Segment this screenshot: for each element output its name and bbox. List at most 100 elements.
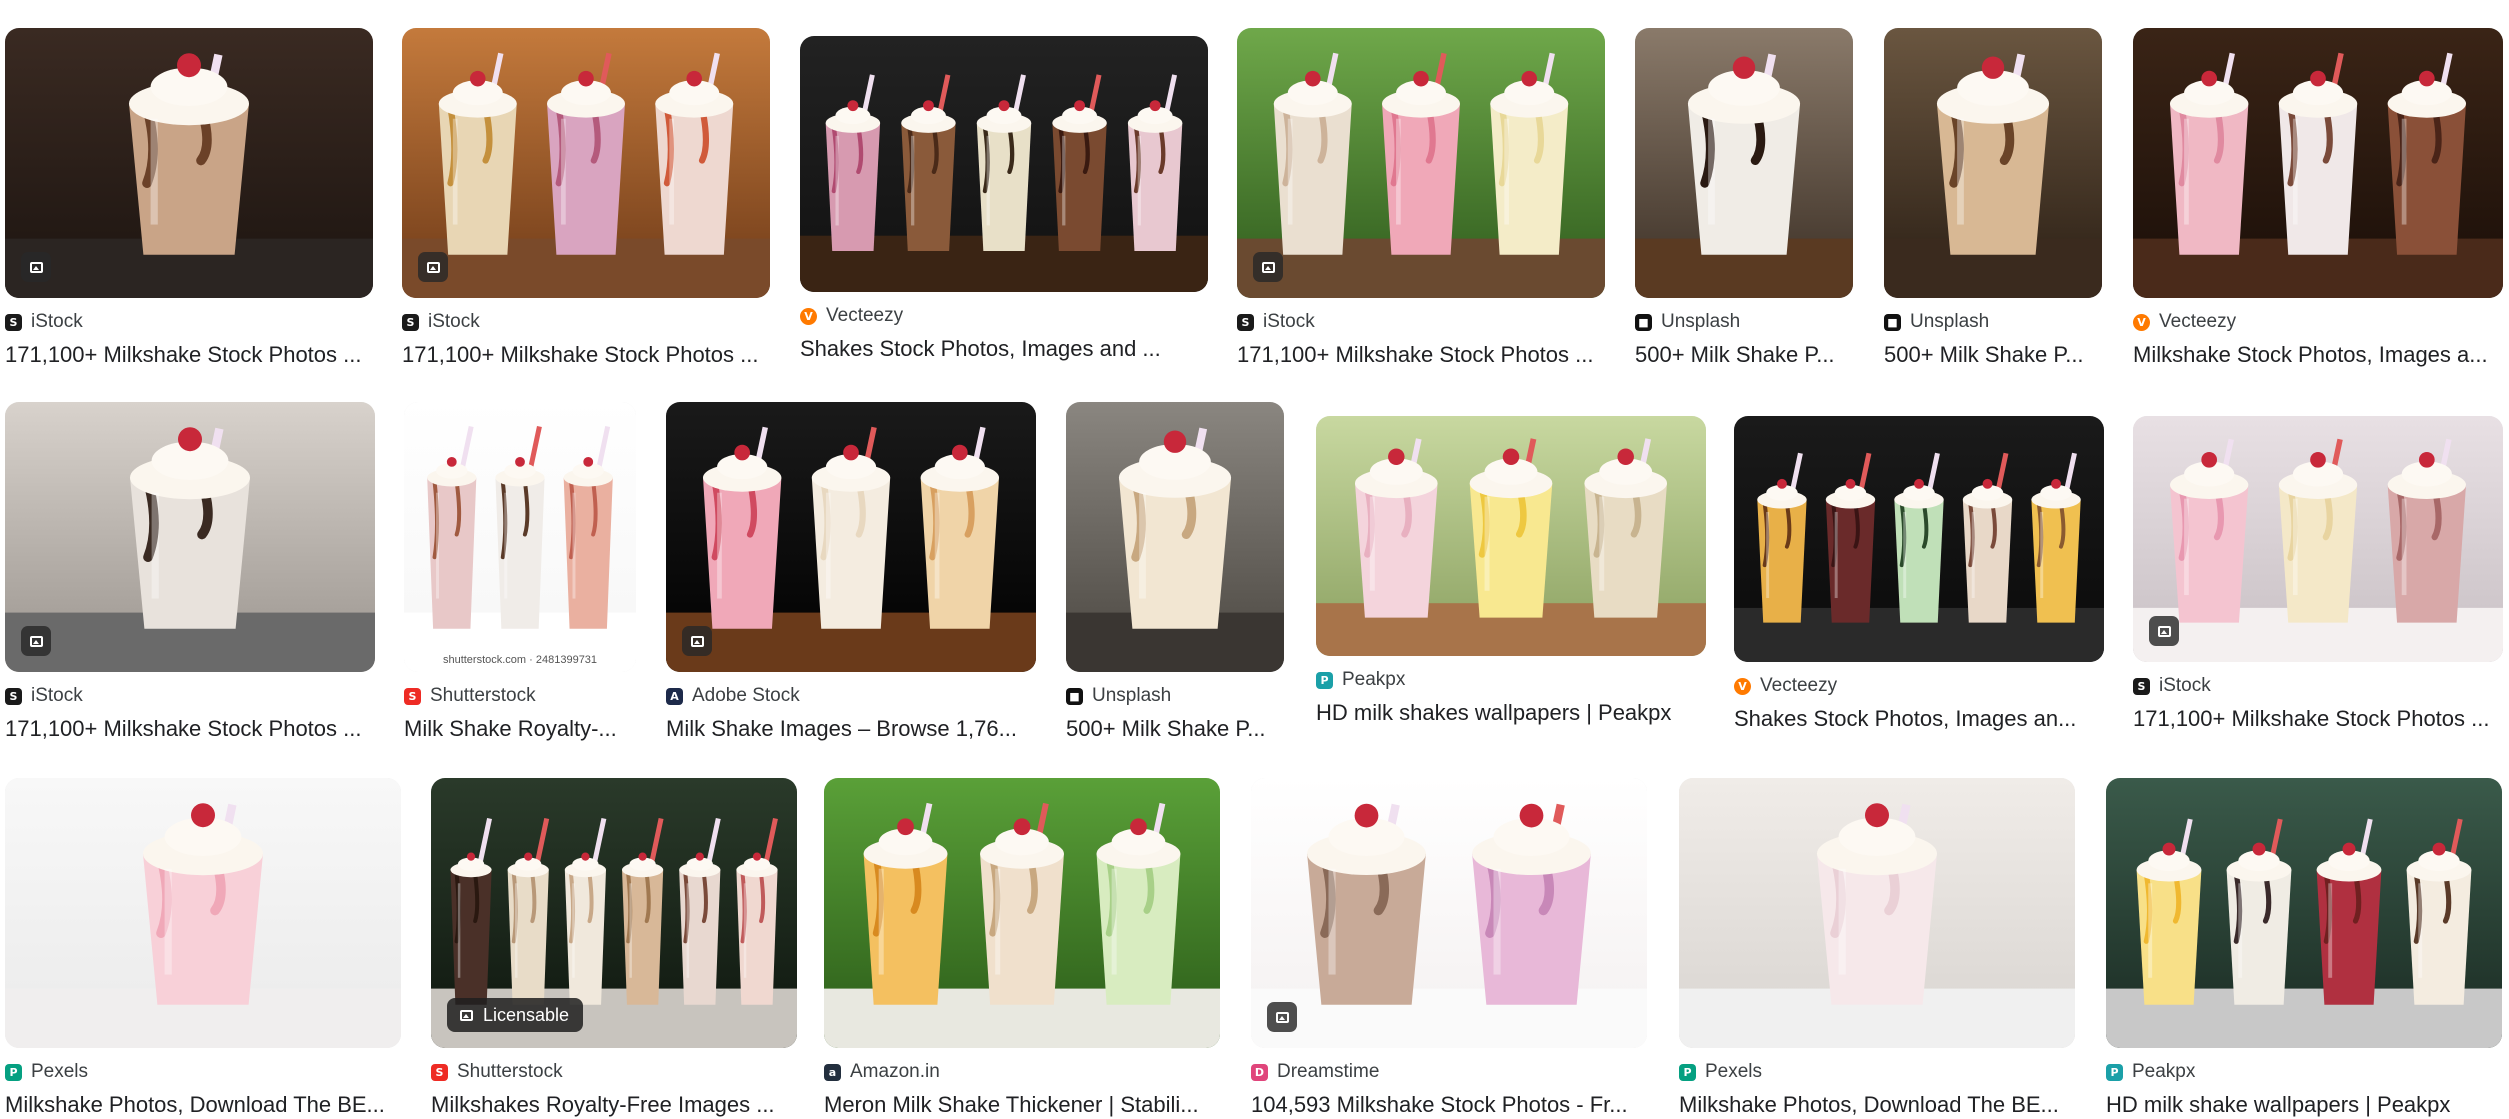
result-title[interactable]: Meron Milk Shake Thickener | Stabili... [824, 1091, 1220, 1119]
result-title[interactable]: Milkshakes Royalty-Free Images ... [431, 1091, 797, 1119]
result-title[interactable]: Milk Shake Royalty-... [404, 715, 636, 743]
result-source[interactable]: SiStock [402, 311, 770, 333]
result-thumbnail[interactable] [2106, 778, 2502, 1048]
dreamstime-icon: D [1251, 1063, 1268, 1081]
image-result-card[interactable]: SiStock 171,100+ Milkshake Stock Photos .… [5, 28, 373, 369]
result-title[interactable]: Shakes Stock Photos, Images an... [1734, 705, 2104, 733]
source-name: Unsplash [1910, 311, 1990, 332]
image-result-card[interactable]: A Adobe Stock Milk Shake Images – Browse 1… [666, 402, 1036, 743]
image-result-card[interactable]: ■ Unsplash 500+ Milk Shake P... [1066, 402, 1284, 743]
result-thumbnail[interactable]: Licensable [431, 778, 797, 1048]
result-thumbnail[interactable] [5, 402, 375, 672]
image-result-card[interactable]: ■ Unsplash 500+ Milk Shake P... [1884, 28, 2102, 369]
result-title[interactable]: 171,100+ Milkshake Stock Photos ... [5, 341, 373, 369]
result-title[interactable]: 171,100+ Milkshake Stock Photos ... [2133, 705, 2503, 733]
image-result-card[interactable]: V Vecteezy Shakes Stock Photos, Images an.… [1734, 402, 2104, 733]
result-title[interactable]: HD milk shake wallpapers | Peakpx [2106, 1091, 2502, 1119]
result-title[interactable]: 104,593 Milkshake Stock Photos - Fr... [1251, 1091, 1647, 1119]
result-source[interactable]: V Vecteezy [1734, 675, 2104, 697]
source-name: Dreamstime [1277, 1061, 1380, 1082]
result-title[interactable]: 171,100+ Milkshake Stock Photos ... [402, 341, 770, 369]
result-thumbnail[interactable] [2133, 28, 2503, 298]
image-result-card[interactable]: SiStock 171,100+ Milkshake Stock Photos .… [2133, 402, 2503, 733]
image-result-card[interactable]: P Pexels Milkshake Photos, Download The BE… [1679, 778, 2075, 1119]
result-thumbnail[interactable] [402, 28, 770, 298]
image-icon [457, 1006, 475, 1024]
result-title[interactable]: Milkshake Photos, Download The BE... [5, 1091, 401, 1119]
image-result-card[interactable]: V Vecteezy Shakes Stock Photos, Images and… [800, 28, 1208, 363]
result-source[interactable]: SiStock [2133, 675, 2503, 697]
result-title[interactable]: 500+ Milk Shake P... [1066, 715, 1284, 743]
result-source[interactable]: D Dreamstime [1251, 1061, 1647, 1083]
result-title[interactable]: HD milk shakes wallpapers | Peakpx [1316, 699, 1706, 727]
image-result-card[interactable]: SiStock 171,100+ Milkshake Stock Photos .… [402, 28, 770, 369]
result-source[interactable]: SiStock [5, 311, 373, 333]
adobe-stock-icon: A [666, 687, 683, 705]
result-thumbnail[interactable] [5, 778, 401, 1048]
image-result-card[interactable]: shutterstock.com · 2481399731 S Shuttersto… [404, 402, 636, 743]
result-source[interactable]: P Peakpx [1316, 669, 1706, 691]
result-thumbnail[interactable] [1635, 28, 1853, 298]
result-thumbnail[interactable] [666, 402, 1036, 672]
result-thumbnail[interactable] [1237, 28, 1605, 298]
result-thumbnail[interactable] [2133, 416, 2503, 662]
result-source[interactable]: V Vecteezy [800, 305, 1208, 327]
istock-icon: S [1237, 313, 1254, 331]
result-title[interactable]: 171,100+ Milkshake Stock Photos ... [1237, 341, 1605, 369]
source-name: Peakpx [1342, 669, 1406, 690]
result-thumbnail[interactable] [1884, 28, 2102, 298]
amazon-icon: a [824, 1063, 841, 1081]
result-thumbnail[interactable]: shutterstock.com · 2481399731 [404, 402, 636, 672]
image-icon [2149, 616, 2179, 646]
watermark-text: shutterstock.com · 2481399731 [442, 654, 598, 666]
result-thumbnail[interactable] [800, 36, 1208, 292]
result-source[interactable]: P Pexels [5, 1061, 401, 1083]
image-result-card[interactable]: P Peakpx HD milk shake wallpapers | Peakpx [2106, 778, 2502, 1119]
result-source[interactable]: a Amazon.in [824, 1061, 1220, 1083]
result-title[interactable]: 171,100+ Milkshake Stock Photos ... [5, 715, 375, 743]
result-source[interactable]: P Pexels [1679, 1061, 2075, 1083]
result-thumbnail[interactable] [1066, 402, 1284, 672]
result-source[interactable]: S Shutterstock [431, 1061, 797, 1083]
result-source[interactable]: P Peakpx [2106, 1061, 2502, 1083]
result-source[interactable]: SiStock [1237, 311, 1605, 333]
result-source[interactable]: SiStock [5, 685, 375, 707]
result-thumbnail[interactable] [1251, 778, 1647, 1048]
istock-icon: S [2133, 677, 2150, 695]
image-result-card[interactable]: SiStock 171,100+ Milkshake Stock Photos .… [5, 402, 375, 743]
image-result-card[interactable]: D Dreamstime 104,593 Milkshake Stock Photo… [1251, 778, 1647, 1119]
unsplash-icon: ■ [1884, 313, 1901, 331]
result-source[interactable]: V Vecteezy [2133, 311, 2503, 333]
image-result-card[interactable]: P Peakpx HD milk shakes wallpapers | Peakp… [1316, 402, 1706, 727]
source-name: Vecteezy [826, 305, 904, 326]
vecteezy-icon: V [1734, 677, 1751, 695]
result-title[interactable]: 500+ Milk Shake P... [1884, 341, 2102, 369]
image-result-card[interactable]: V Vecteezy Milkshake Stock Photos, Images … [2133, 28, 2503, 369]
image-result-card[interactable]: SiStock 171,100+ Milkshake Stock Photos .… [1237, 28, 1605, 369]
result-thumbnail[interactable] [824, 778, 1220, 1048]
vecteezy-icon: V [2133, 313, 2150, 331]
result-thumbnail[interactable] [1734, 416, 2104, 662]
result-title[interactable]: Shakes Stock Photos, Images and ... [800, 335, 1208, 363]
shutterstock-icon: S [404, 687, 421, 705]
image-result-card[interactable]: Licensable S Shutterstock Milkshakes Royalt… [431, 778, 797, 1119]
result-source[interactable]: ■ Unsplash [1884, 311, 2102, 333]
result-thumbnail[interactable] [1316, 416, 1706, 656]
vecteezy-icon: V [800, 307, 817, 325]
result-title[interactable]: 500+ Milk Shake P... [1635, 341, 1853, 369]
result-thumbnail[interactable] [1679, 778, 2075, 1048]
peakpx-icon: P [1316, 671, 1333, 689]
image-result-card[interactable]: a Amazon.in Meron Milk Shake Thickener | S… [824, 778, 1220, 1119]
source-name: iStock [2159, 675, 2211, 696]
result-title[interactable]: Milkshake Photos, Download The BE... [1679, 1091, 2075, 1119]
result-thumbnail[interactable] [5, 28, 373, 298]
result-title[interactable]: Milkshake Stock Photos, Images a... [2133, 341, 2503, 369]
result-title[interactable]: Milk Shake Images – Browse 1,76... [666, 715, 1036, 743]
image-result-card[interactable]: P Pexels Milkshake Photos, Download The BE… [5, 778, 401, 1119]
image-result-card[interactable]: ■ Unsplash 500+ Milk Shake P... [1635, 28, 1853, 369]
source-name: iStock [428, 311, 480, 332]
result-source[interactable]: ■ Unsplash [1066, 685, 1284, 707]
result-source[interactable]: ■ Unsplash [1635, 311, 1853, 333]
result-source[interactable]: A Adobe Stock [666, 685, 1036, 707]
result-source[interactable]: S Shutterstock [404, 685, 636, 707]
